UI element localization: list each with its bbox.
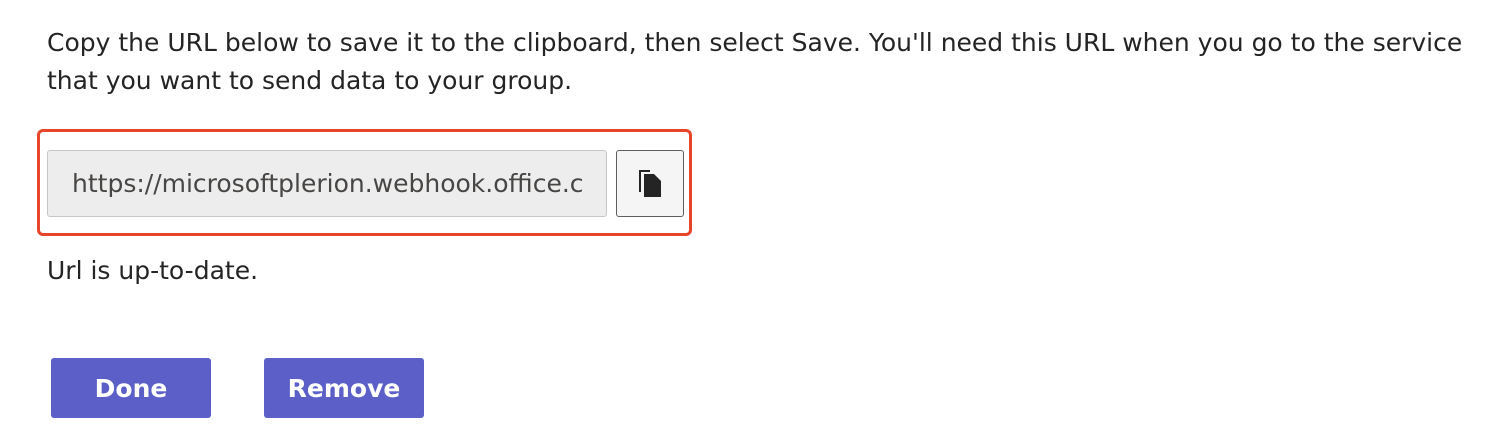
webhook-url-field[interactable] bbox=[47, 150, 607, 217]
copy-icon bbox=[637, 166, 663, 201]
copy-url-button[interactable] bbox=[616, 150, 684, 217]
remove-button[interactable]: Remove bbox=[264, 358, 424, 418]
instructions-text: Copy the URL below to save it to the cli… bbox=[47, 28, 1463, 95]
done-button[interactable]: Done bbox=[51, 358, 211, 418]
status-text: Url is up-to-date. bbox=[47, 256, 259, 285]
